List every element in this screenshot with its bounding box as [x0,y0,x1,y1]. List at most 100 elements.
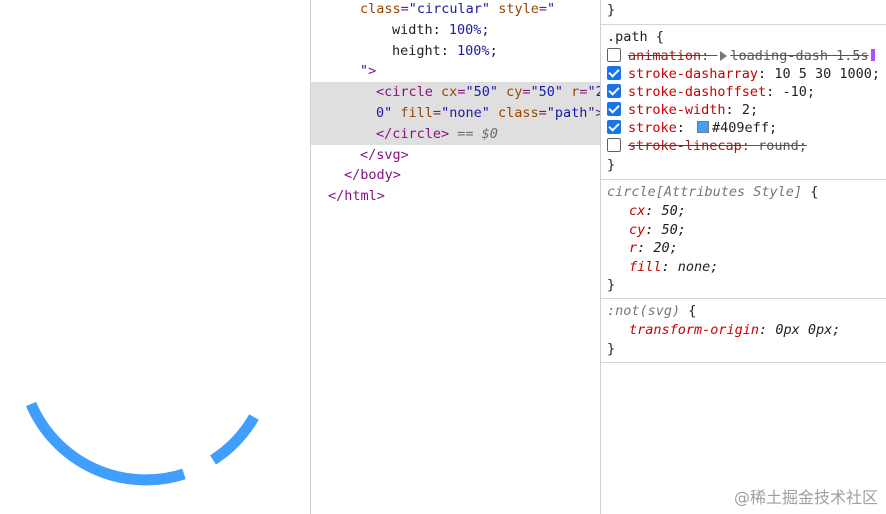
property-name[interactable]: stroke-dashoffset [628,84,766,100]
property-value[interactable]: 10 5 30 1000; [774,66,880,82]
property-colon: : [645,203,662,219]
rule-selector-line: :not(svg) { [607,302,696,320]
property-name[interactable]: stroke [628,120,677,136]
dom-node-line[interactable]: class="circular" style=" [311,0,600,20]
dom-token: "circular" [408,1,491,17]
property-value[interactable]: loading-dash 1.5s [730,48,868,64]
dom-token: 100% [457,42,490,59]
style-property-stroke-width[interactable]: stroke-width: 2; [607,101,886,119]
property-colon: : [759,322,776,338]
dom-token: style [498,1,539,17]
style-property-stroke-linecap[interactable]: stroke-linecap: round; [607,137,886,155]
dom-token: </body> [344,167,401,184]
styles-rule-previous: } [601,0,886,25]
dom-node-line[interactable]: </html> [311,186,600,207]
styles-panel[interactable]: } .path { animation: loading-dash 1.5s st… [601,0,886,514]
property-colon: : [766,84,783,100]
dom-token [563,84,571,100]
property-colon: : [661,258,678,275]
rule-close-brace: } [607,2,616,18]
dom-token: fill [400,105,433,121]
property-colon: : [637,240,654,256]
property-value[interactable]: -10; [782,84,815,100]
style-property-r: r: 20; [629,239,678,257]
dom-token: : [432,21,449,38]
dom-token: ; [481,21,490,38]
property-value[interactable]: #409eff; [712,120,777,136]
property-name: cx [629,203,646,219]
dom-node-line[interactable]: </svg> [311,145,600,166]
dom-token: height [392,42,441,59]
rule-close-brace: } [607,157,616,173]
styles-rule-path[interactable]: .path { animation: loading-dash 1.5s stro… [601,25,886,180]
elements-tree-panel[interactable]: ••• class="circular" style="width: 100%;… [311,0,600,514]
rule-open-brace: { [680,303,697,319]
dom-token [490,105,498,121]
page-preview [0,0,310,514]
spinner-arc-segment [209,414,259,465]
dom-token: "50" [530,84,564,101]
dom-token: = [400,1,409,17]
dom-token: > [368,63,377,80]
rule-open-brace: { [802,184,819,200]
dom-token: = [538,105,547,121]
property-colon: : [725,102,742,118]
property-toggle-checkbox[interactable] [607,48,621,62]
dom-node-line[interactable]: </body> [311,165,600,186]
dom-token: " [360,63,369,80]
style-property-cx: cx: 50; [629,202,686,220]
dom-token: ; [489,42,498,59]
property-toggle-checkbox[interactable] [607,66,621,80]
style-property-cy: cy: 50; [629,221,686,239]
spinner-arc-segment [25,401,186,486]
property-name[interactable]: stroke-linecap [628,138,742,154]
dom-node-selected-line[interactable]: 0" fill="none" class="path"> [311,103,600,124]
expand-triangle-icon[interactable] [720,51,728,61]
style-property-stroke-dasharray[interactable]: stroke-dasharray: 10 5 30 1000; [607,65,886,83]
property-colon: : [676,120,694,136]
dom-token: "path" [546,105,596,121]
property-value: 0px 0px; [775,322,841,338]
dom-token: = [522,84,531,101]
property-value[interactable]: round; [758,138,807,154]
dom-node-line[interactable]: height: 100%; [311,41,600,62]
dom-token: cy [506,84,523,101]
dom-token [490,1,498,17]
property-value[interactable]: 2; [742,102,758,118]
dom-token: </circle> [376,125,450,142]
dom-token: </html> [328,188,385,205]
property-toggle-checkbox[interactable] [607,138,621,152]
dom-token: " [546,1,556,17]
styles-rule-not-svg: :not(svg) { transform-origin: 0px 0px; } [601,299,886,363]
loading-spinner-preview [25,401,259,486]
property-toggle-checkbox[interactable] [607,102,621,116]
dom-node-line[interactable]: width: 100%; [311,20,600,41]
property-toggle-checkbox[interactable] [607,84,621,98]
property-colon: : [701,48,718,64]
style-property-stroke[interactable]: stroke: #409eff; [607,119,886,137]
dom-token: : [440,42,458,59]
dom-node-selected-line[interactable]: </circle> == $0 [311,123,600,145]
property-toggle-checkbox[interactable] [607,120,621,134]
dom-token: 100% [448,21,482,38]
color-swatch-icon[interactable] [697,121,710,133]
property-colon: : [758,66,775,82]
dom-node-selected-line[interactable]: <circle cx="50" cy="50" r="2 [311,82,600,104]
style-property-stroke-dashoffset[interactable]: stroke-dashoffset: -10; [607,83,886,101]
dom-node-line[interactable]: "> [311,61,600,82]
property-value: 50; [661,221,686,238]
juejin-watermark: @稀土掘金技术社区 [733,488,878,507]
style-property-animation[interactable]: animation: loading-dash 1.5s [607,47,886,65]
rule-selector-line: circle[Attributes Style] { [607,183,818,201]
property-name[interactable]: stroke-width [628,102,726,118]
property-name: r [629,240,638,256]
dom-token: = [432,105,442,121]
property-name[interactable]: stroke-dasharray [628,66,758,82]
rule-selector[interactable]: .path { [607,28,664,46]
animation-editor-icon[interactable] [870,49,875,61]
dom-token [433,84,441,100]
dom-token: </svg> [360,146,409,163]
rule-close-brace: } [607,277,616,293]
property-name[interactable]: animation [628,48,701,64]
dom-token: cx [441,84,458,101]
